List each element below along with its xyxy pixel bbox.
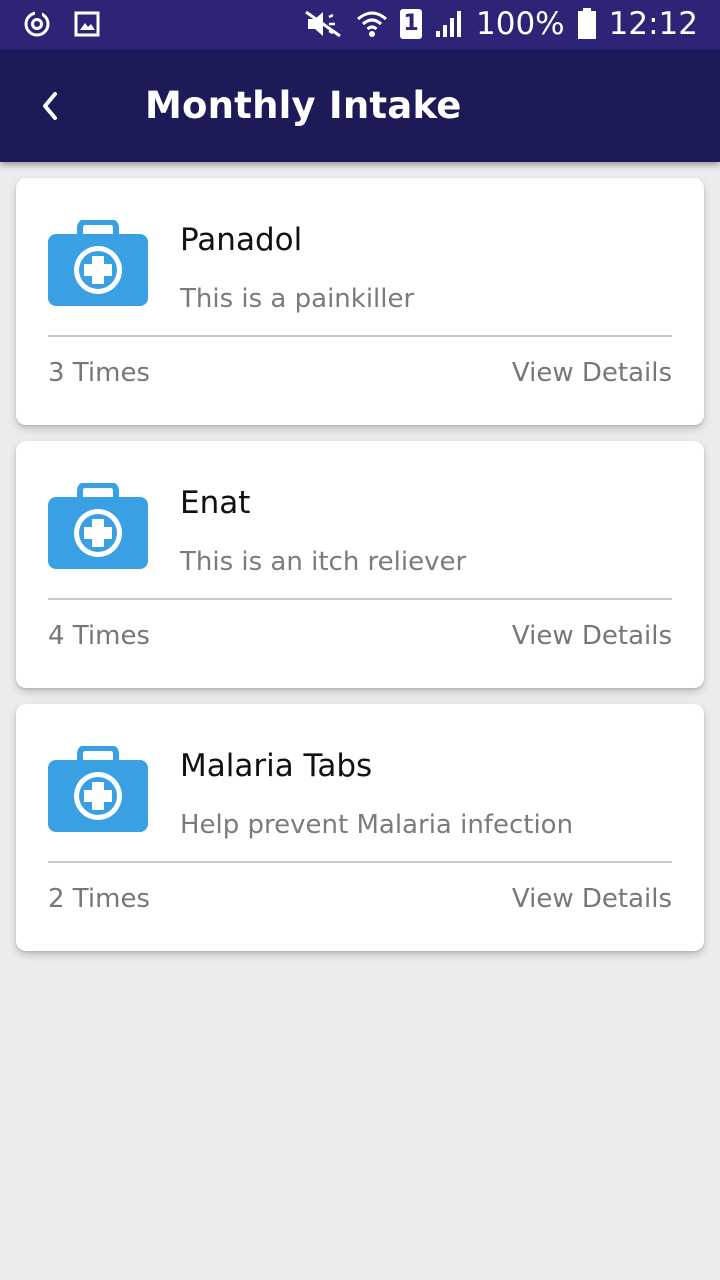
mute-icon — [305, 10, 341, 38]
page-title: Monthly Intake — [145, 84, 462, 127]
view-details-link[interactable]: View Details — [512, 884, 672, 914]
medication-card[interactable]: Malaria Tabs Help prevent Malaria infect… — [16, 704, 704, 951]
battery-percentage: 100% — [476, 6, 565, 42]
medication-card[interactable]: Enat This is an itch reliever 4 Times Vi… — [16, 441, 704, 688]
card-divider — [48, 861, 672, 863]
medication-description: Help prevent Malaria infection — [180, 810, 574, 840]
medication-description: This is a painkiller — [180, 284, 415, 314]
status-bar-right: 1 100% 12:12 — [304, 6, 698, 42]
sync-icon — [24, 10, 50, 37]
view-details-link[interactable]: View Details — [512, 621, 672, 651]
card-divider — [48, 598, 672, 600]
intake-count: 2 Times — [48, 884, 150, 914]
signal-icon — [436, 11, 462, 37]
view-details-link[interactable]: View Details — [512, 358, 672, 388]
intake-count: 4 Times — [48, 621, 150, 651]
medication-card[interactable]: Panadol This is a painkiller 3 Times Vie… — [16, 178, 704, 425]
medical-kit-icon — [48, 746, 148, 832]
chevron-left-icon — [43, 92, 57, 120]
status-bar-left — [22, 9, 100, 39]
card-divider — [48, 335, 672, 337]
wifi-icon — [357, 11, 387, 37]
medication-name: Enat — [180, 485, 251, 521]
back-button[interactable] — [26, 80, 74, 132]
medication-description: This is an itch reliever — [180, 547, 467, 577]
intake-count: 3 Times — [48, 358, 150, 388]
clock: 12:12 — [608, 6, 698, 42]
battery-icon — [577, 8, 596, 39]
image-icon — [74, 11, 100, 37]
sim-icon: 1 — [400, 9, 423, 39]
medication-name: Panadol — [180, 222, 303, 258]
medication-name: Malaria Tabs — [180, 748, 373, 784]
sim-slot-label: 1 — [403, 11, 419, 36]
medication-list: Panadol This is a painkiller 3 Times Vie… — [16, 178, 704, 967]
medical-kit-icon — [48, 220, 148, 306]
medical-kit-icon — [48, 483, 148, 569]
app-bar: Monthly Intake — [0, 50, 720, 162]
status-bar: 1 100% 12:12 — [0, 0, 720, 50]
